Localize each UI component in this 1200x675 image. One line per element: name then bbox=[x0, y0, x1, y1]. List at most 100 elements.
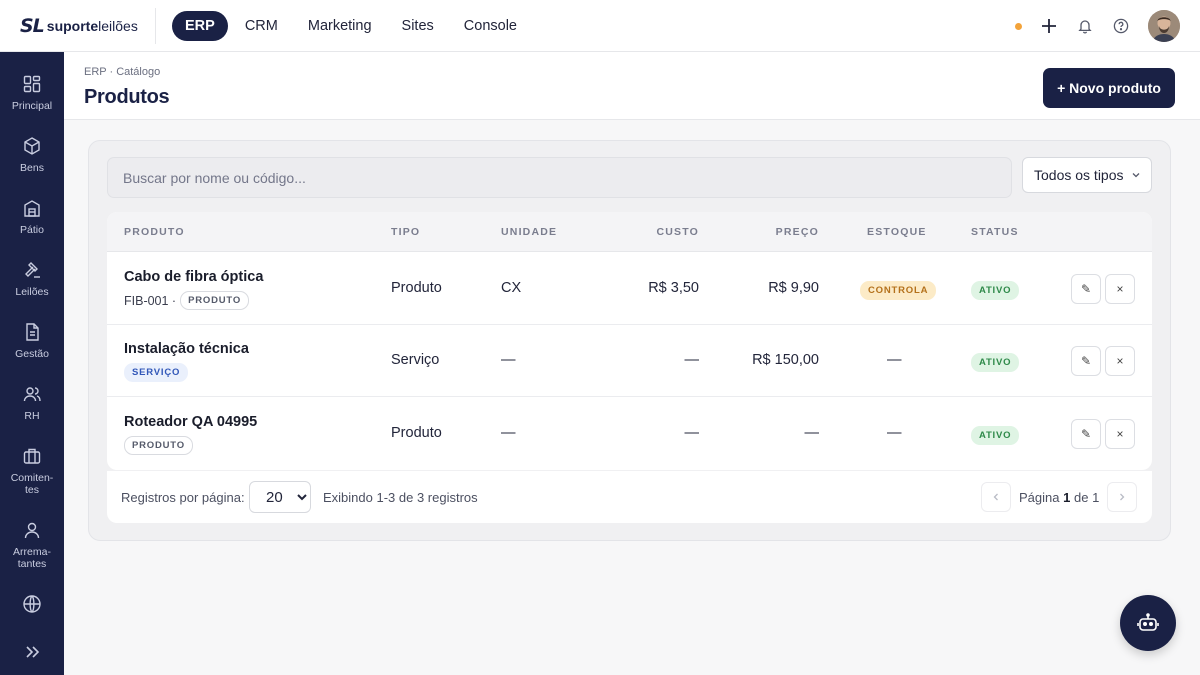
box-icon bbox=[24, 137, 40, 155]
close-icon: × bbox=[1116, 427, 1124, 441]
cell-unidade: — bbox=[501, 352, 516, 368]
sidebar-item-leiloes[interactable]: Leilões bbox=[0, 260, 64, 298]
chevrons-right-icon[interactable] bbox=[0, 642, 64, 662]
per-page-select[interactable]: 20 bbox=[249, 481, 311, 513]
close-icon: × bbox=[1116, 282, 1124, 296]
page-header: ERP · Catálogo Produtos + Novo produto bbox=[64, 52, 1200, 120]
page-title: Produtos bbox=[84, 86, 170, 108]
logo-mark: SL bbox=[20, 14, 45, 37]
column-header-status[interactable]: STATUS bbox=[971, 226, 1019, 238]
delete-button[interactable]: × bbox=[1105, 274, 1135, 304]
chevron-left-icon bbox=[993, 493, 998, 501]
delete-button[interactable]: × bbox=[1105, 419, 1135, 449]
column-header-tipo[interactable]: TIPO bbox=[391, 226, 420, 238]
breadcrumb[interactable]: ERP · Catálogo bbox=[84, 66, 160, 78]
user-icon bbox=[24, 522, 40, 539]
next-page-button[interactable] bbox=[1107, 482, 1137, 512]
assistant-fab[interactable] bbox=[1120, 595, 1176, 651]
gavel-icon bbox=[25, 262, 40, 278]
product-type-chip: PRODUTO bbox=[180, 291, 250, 310]
stock-badge: CONTROLA bbox=[860, 281, 937, 300]
help-icon[interactable] bbox=[1112, 17, 1130, 35]
cell-estoque: — bbox=[887, 425, 902, 441]
delete-button[interactable]: × bbox=[1105, 346, 1135, 376]
search-input[interactable] bbox=[107, 157, 1012, 198]
pencil-icon: ✎ bbox=[1080, 282, 1092, 296]
close-icon: × bbox=[1116, 354, 1124, 368]
table-row[interactable]: Roteador QA 04995 PRODUTO Produto — — — … bbox=[107, 398, 1152, 470]
chevron-down-icon bbox=[1132, 173, 1140, 178]
bell-icon[interactable] bbox=[1076, 17, 1094, 35]
records-info: Exibindo 1-3 de 3 registros bbox=[323, 490, 478, 505]
edit-button[interactable]: ✎ bbox=[1071, 346, 1101, 376]
topnav-erp[interactable]: ERP bbox=[172, 10, 228, 41]
document-icon bbox=[26, 323, 39, 341]
sidebar-label: Bens bbox=[20, 162, 44, 174]
cell-tipo: Serviço bbox=[391, 352, 440, 368]
product-meta: PRODUTO bbox=[124, 436, 193, 455]
product-name: Cabo de fibra óptica bbox=[124, 269, 264, 285]
column-header-custo[interactable]: CUSTO bbox=[599, 226, 699, 238]
sidebar-item-comitentes[interactable]: Comiten- tes bbox=[0, 446, 64, 496]
products-card: Todos os tipos PRODUTO TIPO UNIDADE CUST… bbox=[88, 140, 1171, 541]
column-header-produto[interactable]: PRODUTO bbox=[124, 226, 185, 238]
cell-preco: R$ 150,00 bbox=[752, 352, 819, 368]
globe-icon bbox=[23, 595, 41, 613]
sidebar-label: Comiten- tes bbox=[10, 472, 54, 496]
status-badge: ATIVO bbox=[971, 281, 1020, 300]
topnav-crm[interactable]: CRM bbox=[232, 11, 291, 41]
product-type-chip: SERVIÇO bbox=[124, 363, 189, 382]
cell-unidade: — bbox=[501, 425, 516, 441]
sidebar: Principal Bens Pátio Leilões Gestão RH C… bbox=[0, 52, 64, 675]
column-header-preco[interactable]: PREÇO bbox=[719, 226, 819, 238]
sidebar-label: RH bbox=[24, 410, 40, 422]
sidebar-item-sites[interactable] bbox=[0, 594, 64, 614]
prev-page-button[interactable] bbox=[981, 482, 1011, 512]
users-icon bbox=[23, 387, 41, 402]
product-name: Roteador QA 04995 bbox=[124, 414, 258, 430]
plus-icon[interactable] bbox=[1040, 17, 1058, 35]
column-header-unidade[interactable]: UNIDADE bbox=[501, 226, 557, 238]
sidebar-item-arrematantes[interactable]: Arrema- tantes bbox=[0, 520, 64, 570]
pencil-icon: ✎ bbox=[1080, 354, 1092, 368]
topnav-marketing[interactable]: Marketing bbox=[295, 11, 385, 41]
cell-custo: — bbox=[684, 425, 700, 441]
table-row[interactable]: Instalação técnica SERVIÇO Serviço — — R… bbox=[107, 325, 1152, 397]
edit-button[interactable]: ✎ bbox=[1071, 274, 1101, 304]
cell-unidade: CX bbox=[501, 280, 522, 296]
chevron-right-icon bbox=[1120, 493, 1125, 501]
cell-tipo: Produto bbox=[391, 425, 442, 441]
table-row[interactable]: Cabo de fibra óptica FIB-001 · PRODUTO P… bbox=[107, 253, 1152, 325]
sidebar-label: Pátio bbox=[20, 224, 44, 236]
sidebar-item-bens[interactable]: Bens bbox=[0, 136, 64, 174]
sidebar-label: Leilões bbox=[15, 286, 49, 298]
sidebar-item-patio[interactable]: Pátio bbox=[0, 198, 64, 236]
status-badge: ATIVO bbox=[971, 426, 1020, 445]
pencil-icon: ✎ bbox=[1080, 427, 1092, 441]
sidebar-item-rh[interactable]: RH bbox=[0, 384, 64, 422]
product-type-chip: PRODUTO bbox=[124, 436, 193, 455]
cell-custo: — bbox=[684, 352, 700, 368]
warehouse-icon bbox=[24, 200, 40, 217]
topnav-sites[interactable]: Sites bbox=[389, 11, 447, 41]
type-filter-select[interactable]: Todos os tipos bbox=[1022, 157, 1152, 193]
edit-button[interactable]: ✎ bbox=[1071, 419, 1101, 449]
logo-text: suporteleilões bbox=[46, 17, 138, 34]
avatar[interactable] bbox=[1148, 10, 1180, 42]
sidebar-item-gestao[interactable]: Gestão bbox=[0, 322, 64, 360]
grid-icon bbox=[23, 75, 41, 93]
robot-icon bbox=[1137, 613, 1159, 631]
table-header: PRODUTO TIPO UNIDADE CUSTO PREÇO ESTOQUE… bbox=[107, 212, 1152, 252]
sidebar-label: Gestão bbox=[15, 348, 49, 360]
status-badge: ATIVO bbox=[971, 353, 1020, 372]
per-page-label: Registros por página: bbox=[121, 490, 245, 505]
cell-tipo: Produto bbox=[391, 280, 442, 296]
brand-logo[interactable]: SL suporteleilões bbox=[0, 7, 156, 44]
topnav-console[interactable]: Console bbox=[451, 11, 530, 41]
product-meta: SERVIÇO bbox=[124, 363, 189, 382]
product-code: FIB-001 · bbox=[124, 293, 177, 308]
sidebar-item-principal[interactable]: Principal bbox=[0, 74, 64, 112]
column-header-estoque[interactable]: ESTOQUE bbox=[867, 226, 927, 238]
product-meta: FIB-001 · PRODUTO bbox=[124, 291, 250, 310]
new-product-button[interactable]: + Novo produto bbox=[1043, 68, 1175, 108]
